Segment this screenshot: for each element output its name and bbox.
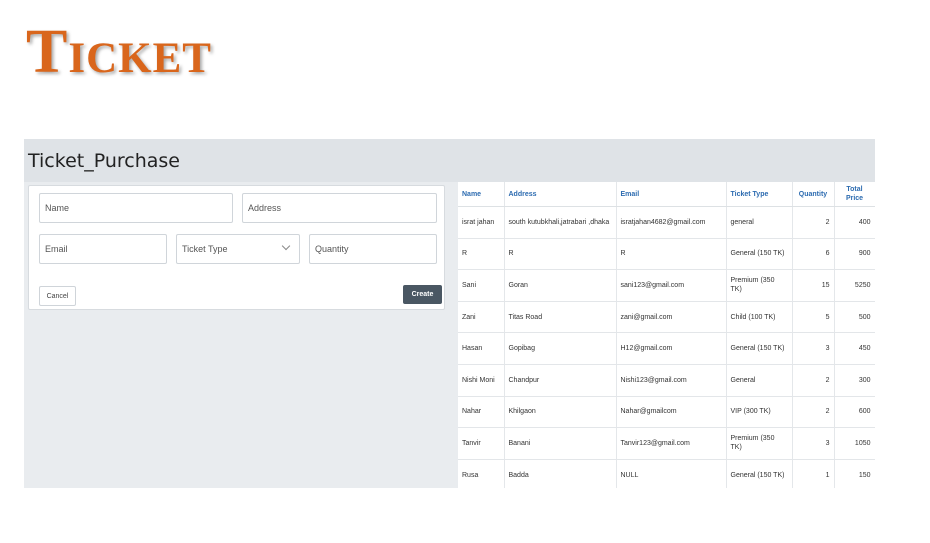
name-placeholder: Name <box>45 203 70 213</box>
cell-total-price: 500 <box>834 301 875 334</box>
cell-name: Rusa <box>458 459 505 488</box>
cell-name: R <box>458 238 505 271</box>
cell-address: Goran <box>504 269 617 302</box>
cell-total-price: 5250 <box>834 269 875 302</box>
column-header-name[interactable]: Name <box>458 182 505 207</box>
tickets-table: Name Address Email Ticket Type Quantity … <box>458 182 875 488</box>
cell-ticket-type: General (150 TK) <box>726 332 793 365</box>
ticket-type-select[interactable]: Ticket Type <box>176 234 300 264</box>
cell-email: zani@gmail.com <box>616 301 727 334</box>
chevron-down-icon <box>281 241 291 251</box>
cell-total-price: 450 <box>834 332 875 365</box>
ticket-logo: Ticket <box>26 18 212 86</box>
cell-quantity: 2 <box>792 396 835 429</box>
cell-name: israt jahan <box>458 206 505 239</box>
cell-email: Nahar@gmailcom <box>616 396 727 429</box>
cell-quantity: 6 <box>792 238 835 271</box>
cell-address: Chandpur <box>504 364 617 397</box>
cell-total-price: 900 <box>834 238 875 271</box>
cell-ticket-type: general <box>726 206 793 239</box>
cell-ticket-type: VIP (300 TK) <box>726 396 793 429</box>
cell-name: Nahar <box>458 396 505 429</box>
cell-name: Zani <box>458 301 505 334</box>
table-row[interactable]: Zani Titas Road zani@gmail.com Child (100 T… <box>458 301 875 334</box>
email-field[interactable]: Email <box>39 234 167 264</box>
table-row[interactable]: Hasan Gopibag H12@gmail.com General (150 TK… <box>458 332 875 365</box>
panel-header: Ticket_Purchase <box>24 139 875 182</box>
cell-address: Gopibag <box>504 332 617 365</box>
create-button[interactable]: Create <box>403 285 442 304</box>
address-field[interactable]: Address <box>242 193 437 223</box>
cell-quantity: 1 <box>792 459 835 488</box>
cell-name: Tanvir <box>458 427 505 460</box>
cell-email: isratjahan4682@gmail.com <box>616 206 727 239</box>
cell-email: NULL <box>616 459 727 488</box>
table-header-row: Name Address Email Ticket Type Quantity … <box>458 182 875 207</box>
cell-ticket-type: Premium (350 TK) <box>726 427 793 460</box>
cancel-button[interactable]: Cancel <box>39 286 76 306</box>
cell-address: Titas Road <box>504 301 617 334</box>
table-row[interactable]: israt jahan south kutubkhali,jatrabari ,d… <box>458 206 875 239</box>
cell-quantity: 15 <box>792 269 835 302</box>
table-row[interactable]: R R R General (150 TK) 6 900 <box>458 238 875 271</box>
tickets-table-container: Name Address Email Ticket Type Quantity … <box>458 182 875 488</box>
cell-total-price: 150 <box>834 459 875 488</box>
table-row[interactable]: Nahar Khilgaon Nahar@gmailcom VIP (300 TK) 2… <box>458 396 875 429</box>
name-field[interactable]: Name <box>39 193 233 223</box>
ticket-purchase-panel: Ticket_Purchase Name Address Email Ticke… <box>24 139 875 488</box>
cell-quantity: 2 <box>792 206 835 239</box>
quantity-placeholder: Quantity <box>315 244 349 254</box>
cell-quantity: 3 <box>792 332 835 365</box>
cell-email: sani123@gmail.com <box>616 269 727 302</box>
table-row[interactable]: Rusa Badda NULL General (150 TK) 1 150 <box>458 459 875 488</box>
column-header-ticket-type[interactable]: Ticket Type <box>726 182 793 207</box>
cell-total-price: 300 <box>834 364 875 397</box>
column-header-quantity[interactable]: Quantity <box>792 182 835 207</box>
cell-address: Badda <box>504 459 617 488</box>
cell-address: Banani <box>504 427 617 460</box>
cell-address: south kutubkhali,jatrabari ,dhaka <box>504 206 617 239</box>
email-placeholder: Email <box>45 244 68 254</box>
cell-name: Hasan <box>458 332 505 365</box>
cell-ticket-type: General (150 TK) <box>726 459 793 488</box>
cell-email: R <box>616 238 727 271</box>
cell-ticket-type: Child (100 TK) <box>726 301 793 334</box>
cell-quantity: 2 <box>792 364 835 397</box>
table-row[interactable]: Tanvir Banani Tanvir123@gmail.com Premium (… <box>458 427 875 460</box>
cell-name: Nishi Moni <box>458 364 505 397</box>
cell-name: Sani <box>458 269 505 302</box>
cell-quantity: 3 <box>792 427 835 460</box>
column-header-total-price[interactable]: Total Price <box>834 182 875 207</box>
cell-ticket-type: General (150 TK) <box>726 238 793 271</box>
column-header-email[interactable]: Email <box>616 182 727 207</box>
purchase-form: Name Address Email Ticket Type Quantity … <box>28 185 445 310</box>
cell-address: Khilgaon <box>504 396 617 429</box>
cell-email: Tanvir123@gmail.com <box>616 427 727 460</box>
cell-ticket-type: General <box>726 364 793 397</box>
cell-quantity: 5 <box>792 301 835 334</box>
cell-email: H12@gmail.com <box>616 332 727 365</box>
ticket-type-placeholder: Ticket Type <box>182 244 228 254</box>
cell-total-price: 400 <box>834 206 875 239</box>
panel-title: Ticket_Purchase <box>28 149 180 172</box>
cell-address: R <box>504 238 617 271</box>
address-placeholder: Address <box>248 203 282 213</box>
cell-email: Nishi123@gmail.com <box>616 364 727 397</box>
table-row[interactable]: Nishi Moni Chandpur Nishi123@gmail.com Gene… <box>458 364 875 397</box>
cell-ticket-type: Premium (350 TK) <box>726 269 793 302</box>
cell-total-price: 1050 <box>834 427 875 460</box>
cell-total-price: 600 <box>834 396 875 429</box>
column-header-address[interactable]: Address <box>504 182 617 207</box>
table-row[interactable]: Sani Goran sani123@gmail.com Premium (350 T… <box>458 269 875 302</box>
quantity-field[interactable]: Quantity <box>309 234 437 264</box>
